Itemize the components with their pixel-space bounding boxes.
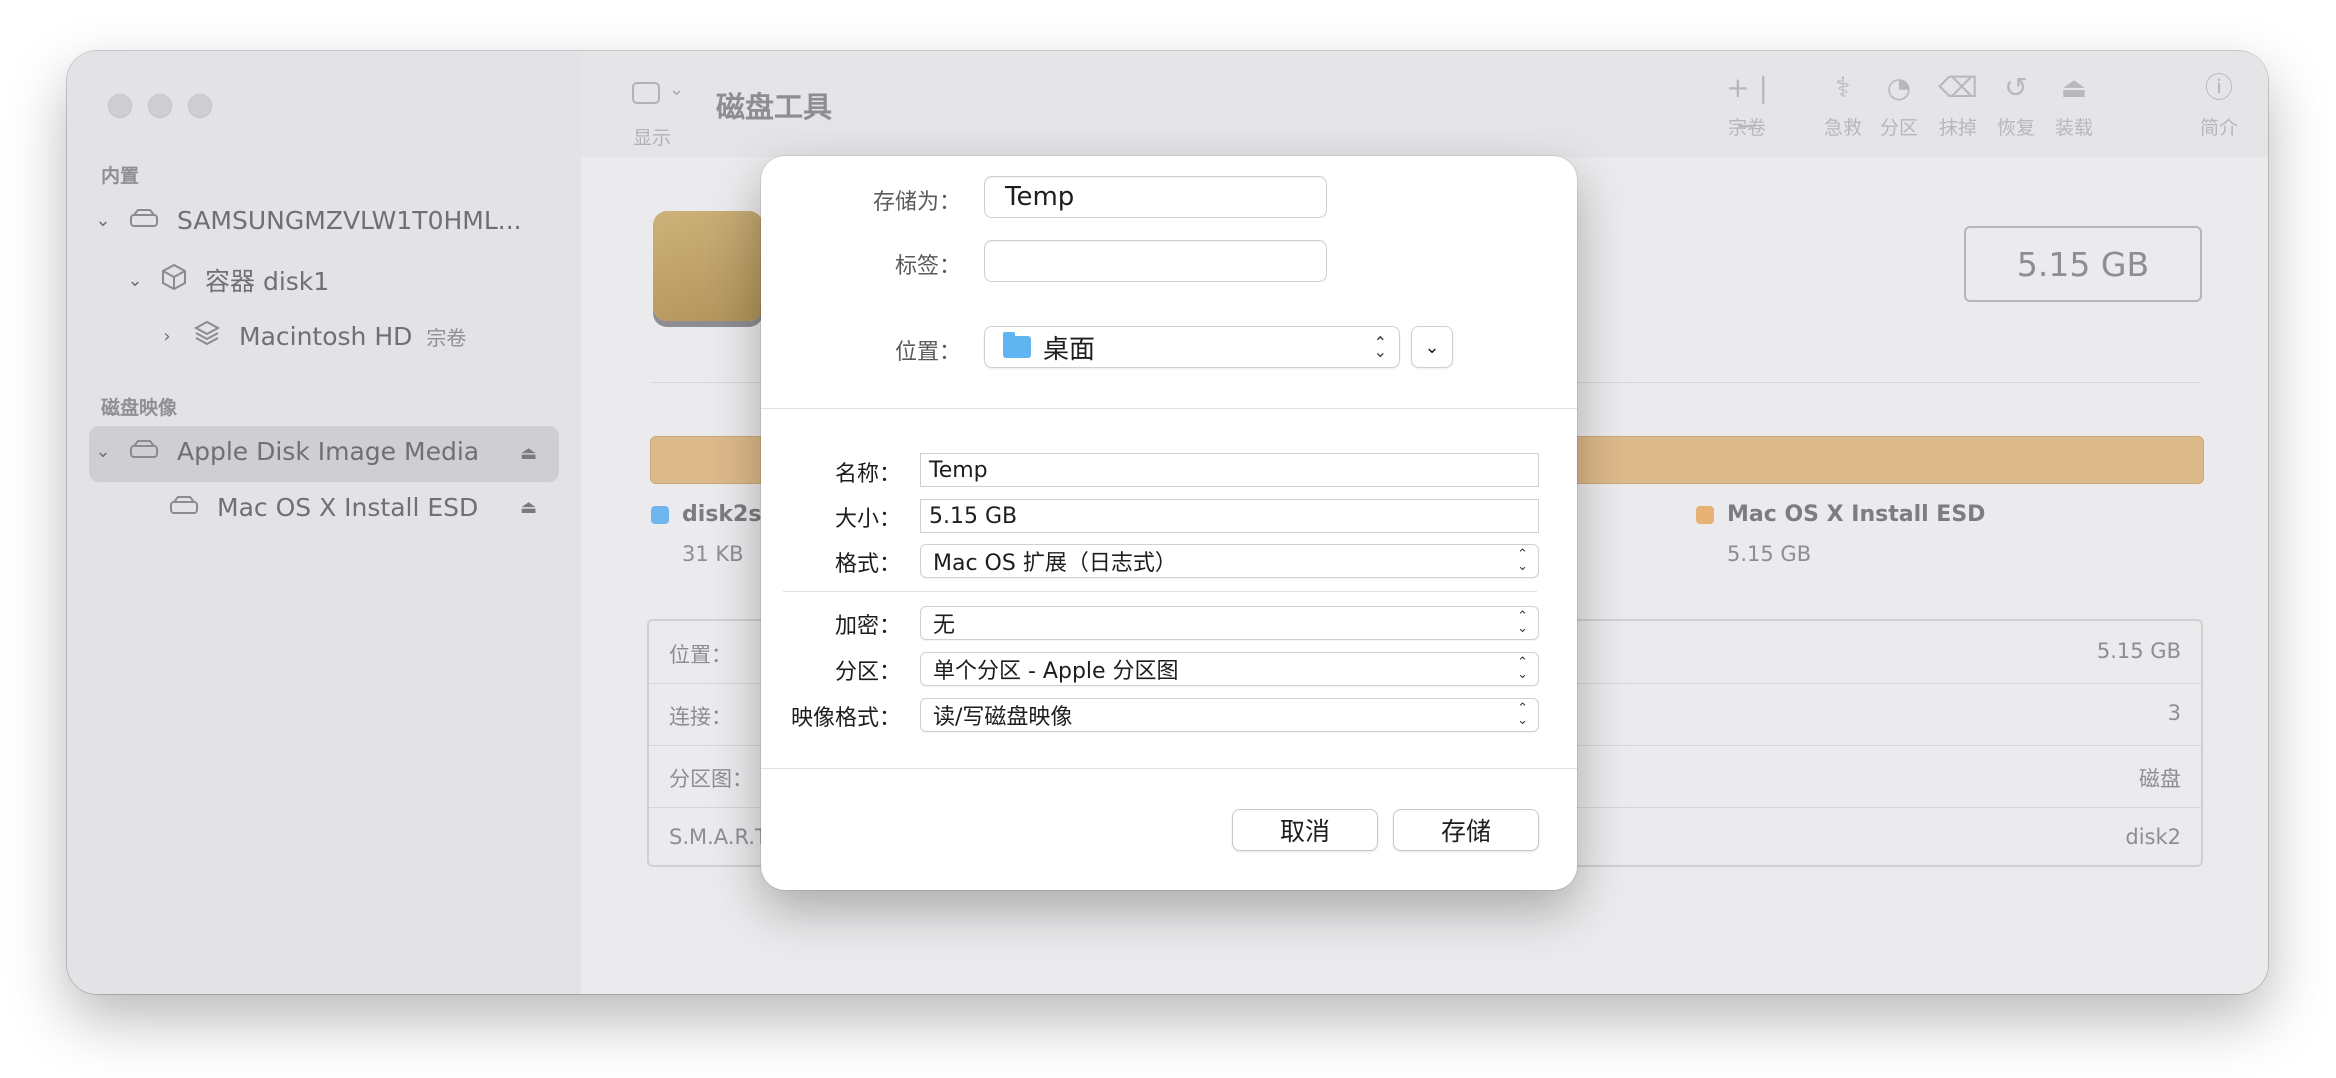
divider (761, 768, 1577, 769)
size-label: 大小： (834, 507, 901, 532)
format-select[interactable]: Mac OS 扩展（日志式） ⌃ ⌄ (920, 544, 1539, 578)
partition-label: 分区： (834, 660, 901, 685)
name-label: 名称： (834, 462, 901, 487)
save-button[interactable]: 存储 (1393, 809, 1539, 851)
chevron-down-icon: ⌄ (1424, 336, 1440, 358)
encryption-select[interactable]: 无 ⌃ ⌄ (920, 606, 1539, 640)
image-format-value: 读/写磁盘映像 (933, 705, 1073, 730)
name-field[interactable]: Temp (920, 453, 1539, 487)
partition-value: 单个分区 - Apple 分区图 (933, 659, 1179, 684)
encryption-value: 无 (933, 613, 956, 638)
format-label: 格式： (834, 552, 901, 577)
cancel-button[interactable]: 取消 (1232, 809, 1378, 851)
folder-icon (1003, 332, 1031, 358)
encryption-label: 加密： (834, 614, 901, 639)
divider (783, 591, 1537, 592)
image-format-label: 映像格式： (790, 706, 901, 731)
save-as-label: 存储为： (872, 190, 961, 215)
up-down-arrows-icon: ⌃ ⌄ (1373, 333, 1387, 361)
up-down-arrows-icon: ⌃ ⌄ (1517, 547, 1528, 574)
location-value: 桌面 (1043, 334, 1096, 365)
up-down-arrows-icon: ⌃ ⌄ (1517, 655, 1528, 682)
divider (761, 408, 1577, 409)
partition-select[interactable]: 单个分区 - Apple 分区图 ⌃ ⌄ (920, 652, 1539, 686)
format-value: Mac OS 扩展（日志式） (933, 551, 1177, 576)
up-down-arrows-icon: ⌃ ⌄ (1517, 609, 1528, 636)
location-label: 位置： (894, 340, 961, 365)
save-dialog: 存储为： Temp 标签： 位置： 桌面 ⌃ ⌄ ⌄ 名称： Temp 大小： 5… (761, 156, 1577, 890)
image-format-select[interactable]: 读/写磁盘映像 ⌃ ⌄ (920, 698, 1539, 732)
expand-dialog-button[interactable]: ⌄ (1411, 326, 1453, 368)
size-field[interactable]: 5.15 GB (920, 499, 1539, 533)
location-popup[interactable]: 桌面 ⌃ ⌄ (984, 326, 1400, 368)
up-down-arrows-icon: ⌃ ⌄ (1517, 701, 1528, 728)
save-as-field[interactable]: Temp (984, 176, 1327, 218)
tags-label: 标签： (894, 254, 961, 279)
tags-field[interactable] (984, 240, 1327, 282)
